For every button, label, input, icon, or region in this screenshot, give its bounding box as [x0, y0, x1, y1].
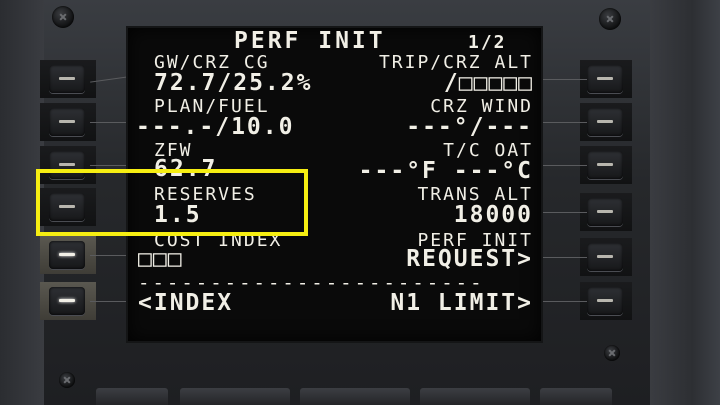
- keypad-key[interactable]: [180, 388, 290, 405]
- lsk-right-6-button[interactable]: [587, 287, 623, 315]
- keypad-key[interactable]: [540, 388, 612, 405]
- gw-crz-cg-value: 72.7/25.2%: [154, 70, 313, 96]
- lsk-connector: [541, 79, 587, 80]
- line-select-key-icon: [597, 299, 613, 302]
- lsk-connector: [541, 165, 587, 166]
- lsk-right-1-button[interactable]: [587, 65, 623, 93]
- screw-icon: [52, 6, 74, 28]
- lsk-right-3-button[interactable]: [587, 151, 623, 179]
- lsk-left-5-button[interactable]: [49, 241, 85, 269]
- screw-icon: [59, 372, 75, 388]
- screw-icon: [599, 8, 621, 30]
- lsk-connector: [541, 301, 587, 302]
- cost-index-entry-field[interactable]: □□□: [138, 246, 183, 272]
- request-prompt[interactable]: REQUEST>: [406, 246, 533, 272]
- lsk-right-2-button[interactable]: [587, 108, 623, 136]
- page-number: 1/2: [468, 32, 507, 53]
- bezel-right-edge: [650, 0, 720, 405]
- plan-fuel-value: ---.-/10.0: [136, 114, 295, 140]
- lsk-connector: [90, 165, 128, 166]
- crz-wind-value: ---°/---: [406, 114, 533, 140]
- line-select-key-icon: [59, 120, 75, 123]
- lsk-connector: [541, 122, 587, 123]
- line-select-key-icon: [597, 255, 613, 258]
- line-select-key-icon: [59, 253, 75, 256]
- line-select-key-icon: [597, 163, 613, 166]
- lsk-right-4-button[interactable]: [587, 198, 623, 226]
- page-title: PERF INIT: [234, 28, 386, 54]
- line-select-key-icon: [59, 299, 75, 302]
- lsk-connector: [541, 212, 587, 213]
- trans-alt-value: 18000: [453, 202, 533, 228]
- keypad-key[interactable]: [300, 388, 410, 405]
- lsk-connector: [90, 301, 128, 302]
- keypad-key[interactable]: [96, 388, 168, 405]
- tc-oat-value: ---°F ---°C: [358, 158, 533, 184]
- n1-limit-prompt[interactable]: N1 LIMIT>: [390, 290, 533, 316]
- lsk-left-1-button[interactable]: [49, 65, 85, 93]
- lsk-connector: [541, 257, 587, 258]
- trip-crz-alt-entry-field[interactable]: /□□□□□: [444, 70, 533, 96]
- line-select-key-icon: [59, 77, 75, 80]
- line-select-key-icon: [597, 210, 613, 213]
- line-select-key-icon: [597, 120, 613, 123]
- screw-icon: [604, 345, 620, 361]
- line-select-key-icon: [597, 77, 613, 80]
- line-select-key-icon: [59, 163, 75, 166]
- lsk-left-6-button[interactable]: [49, 287, 85, 315]
- keypad-key[interactable]: [420, 388, 530, 405]
- index-prompt[interactable]: <INDEX: [138, 290, 233, 316]
- reserves-highlight-box: [36, 169, 308, 236]
- lsk-right-5-button[interactable]: [587, 243, 623, 271]
- lsk-left-2-button[interactable]: [49, 108, 85, 136]
- lsk-connector: [90, 122, 128, 123]
- lsk-connector: [90, 255, 128, 256]
